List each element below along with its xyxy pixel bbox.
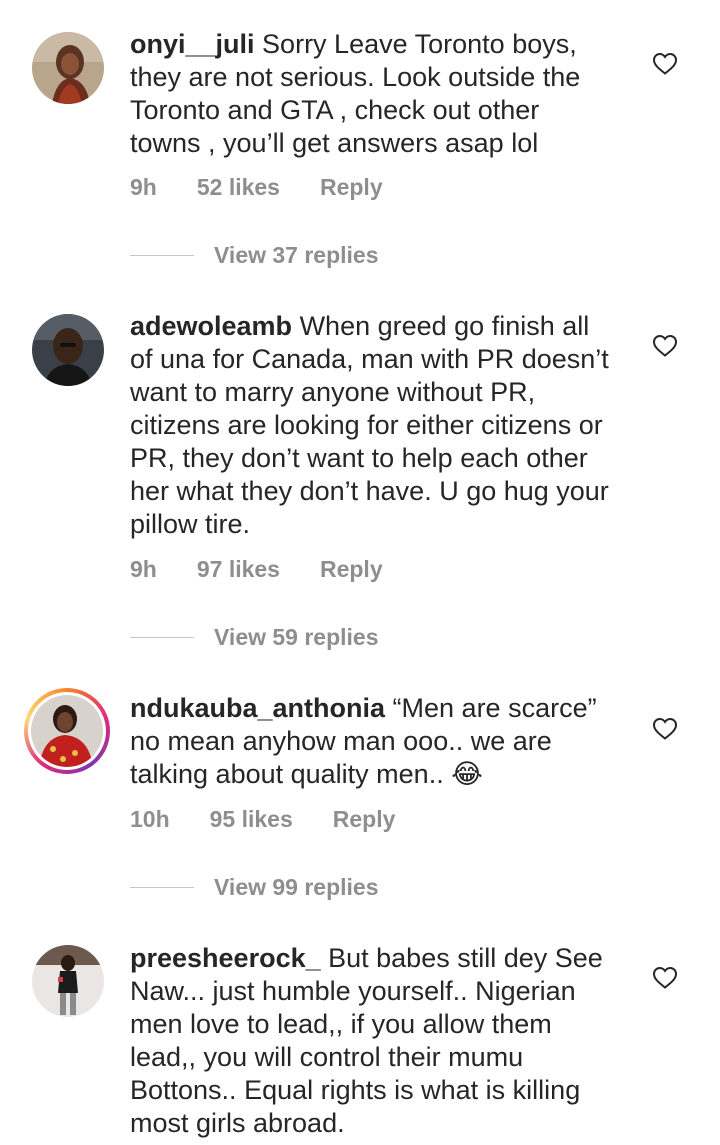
comment-username[interactable]: preesheerock_ (130, 943, 321, 973)
like-heart-icon[interactable] (652, 966, 678, 990)
comment-item: preesheerock_ But babes still dey See Na… (0, 0, 720, 1145)
comment-text: preesheerock_ But babes still dey See Na… (130, 942, 640, 1140)
avatar-preesheerock[interactable] (32, 945, 104, 1017)
